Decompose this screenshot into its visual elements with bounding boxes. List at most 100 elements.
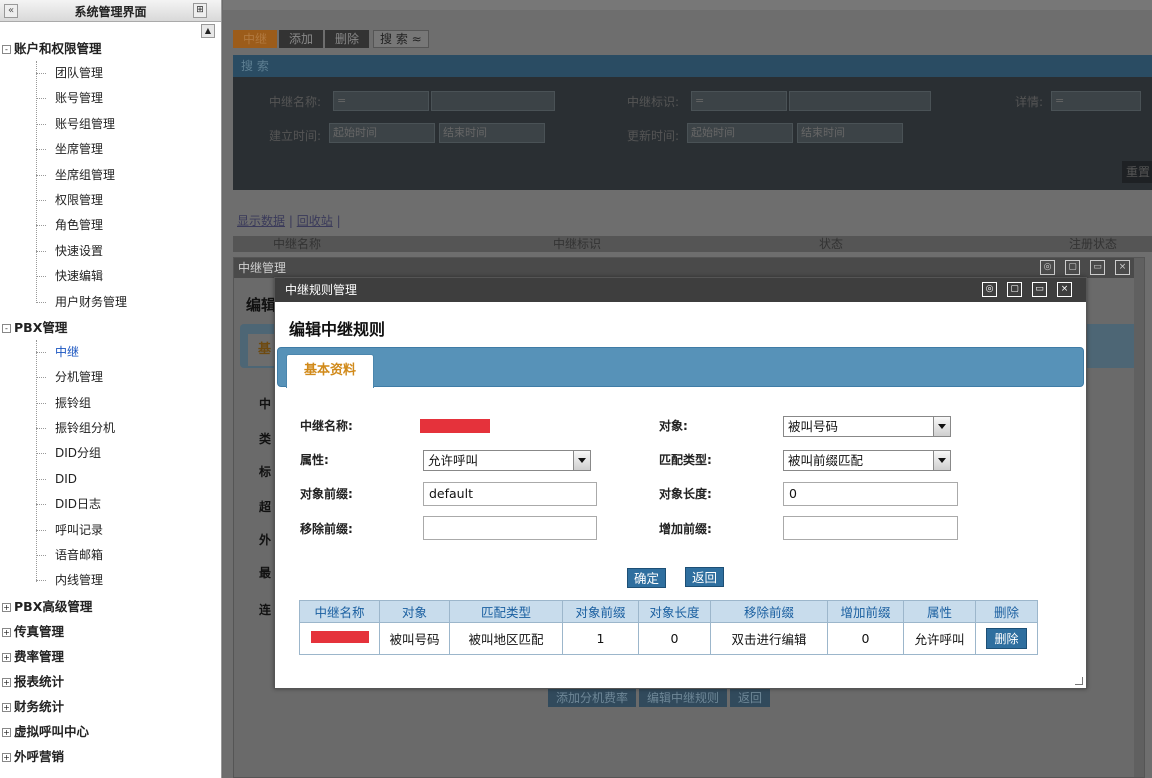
delete-row-button[interactable]: 删除 — [986, 628, 1027, 649]
minimize-icon[interactable]: ▭ — [1032, 282, 1047, 297]
pin-icon[interactable]: ⊞ — [193, 3, 207, 18]
object-prefix-input[interactable]: default — [423, 482, 597, 506]
column-header[interactable]: 对象 — [379, 600, 450, 623]
trunk-name-value-select[interactable] — [431, 91, 555, 111]
reset-button[interactable]: 重置 — [1122, 161, 1152, 183]
cell-remove-prefix[interactable]: 双击进行编辑 — [710, 622, 828, 655]
expand-icon[interactable]: + — [2, 627, 11, 637]
sidebar-item-quick-setup[interactable]: 快速设置 — [0, 239, 200, 264]
created-end-input[interactable]: 结束时间 — [439, 123, 545, 143]
delete-button[interactable]: 删除 — [325, 30, 370, 48]
back-button[interactable]: 返回 — [685, 567, 725, 587]
sidebar-item-did-log[interactable]: DID日志 — [0, 492, 200, 517]
sidebar-group-pbx[interactable]: - PBX管理 — [0, 315, 200, 340]
sidebar-item-ring-group[interactable]: 振铃组 — [0, 391, 200, 416]
add-prefix-input[interactable] — [783, 516, 958, 540]
expand-icon[interactable]: + — [2, 652, 11, 662]
expand-icon[interactable]: + — [2, 602, 11, 612]
show-data-link[interactable]: 显示数据 — [237, 214, 285, 228]
recycle-bin-link[interactable]: 回收站 — [297, 214, 333, 228]
sidebar-item-agent-group[interactable]: 坐席组管理 — [0, 163, 200, 188]
sidebar-group-finance[interactable]: + 财务统计 — [0, 694, 200, 719]
edit-trunk-rule-button[interactable]: 编辑中继规则 — [639, 689, 728, 707]
close-icon[interactable]: × — [1057, 282, 1072, 297]
back-button[interactable]: 返回 — [730, 689, 771, 707]
object-length-input[interactable]: 0 — [783, 482, 958, 506]
updated-start-input[interactable]: 起始时间 — [687, 123, 793, 143]
object-select[interactable]: 被叫号码 — [783, 416, 951, 437]
sidebar-group-fax[interactable]: + 传真管理 — [0, 619, 200, 644]
scroll-up-icon[interactable]: ▲ — [201, 24, 215, 38]
trunk-name-op-select[interactable]: = — [333, 91, 429, 111]
column-trunk-id[interactable]: 中继标识 — [553, 236, 601, 252]
maximize-icon[interactable]: ▢ — [1007, 282, 1022, 297]
expand-icon[interactable]: - — [2, 45, 11, 54]
attribute-select[interactable]: 允许呼叫 — [423, 450, 591, 471]
column-header[interactable]: 中继名称 — [299, 600, 380, 623]
sidebar-item-voicemail[interactable]: 语音邮箱 — [0, 543, 200, 568]
resize-handle-icon[interactable] — [1075, 677, 1083, 685]
expand-icon[interactable]: - — [2, 323, 11, 333]
sidebar-item-trunk[interactable]: 中继 — [0, 340, 200, 365]
add-button[interactable]: 添加 — [279, 30, 324, 48]
column-trunk-name[interactable]: 中继名称 — [273, 236, 321, 252]
sidebar-item-account[interactable]: 账号管理 — [0, 86, 200, 111]
expand-icon[interactable]: + — [2, 702, 11, 712]
column-register-status[interactable]: 注册状态 — [1069, 236, 1117, 252]
sidebar-group-accounts[interactable]: - 账户和权限管理 — [0, 36, 200, 61]
updated-end-input[interactable]: 结束时间 — [797, 123, 903, 143]
add-extension-rate-button[interactable]: 添加分机费率 — [548, 689, 637, 707]
column-header[interactable]: 属性 — [903, 600, 976, 623]
attribute-label: 属性: — [300, 453, 329, 467]
created-start-input[interactable]: 起始时间 — [329, 123, 435, 143]
sidebar-item-agent[interactable]: 坐席管理 — [0, 137, 200, 162]
sidebar-item-ring-group-ext[interactable]: 振铃组分机 — [0, 416, 200, 441]
sidebar-item-team[interactable]: 团队管理 — [0, 61, 200, 86]
sidebar-item-did-group[interactable]: DID分组 — [0, 441, 200, 466]
search-toggle-button[interactable]: 搜 索 ≈ — [373, 30, 429, 48]
expand-icon[interactable]: + — [2, 727, 11, 737]
column-header[interactable]: 移除前缀 — [710, 600, 828, 623]
remove-prefix-input[interactable] — [423, 516, 597, 540]
expand-icon[interactable]: + — [2, 677, 11, 687]
column-header[interactable]: 删除 — [975, 600, 1038, 623]
column-header[interactable]: 对象长度 — [638, 600, 711, 623]
column-header[interactable]: 增加前缀 — [827, 600, 904, 623]
sidebar-item-permissions[interactable]: 权限管理 — [0, 188, 200, 213]
detail-op-select[interactable]: = — [1051, 91, 1141, 111]
maximize-icon[interactable]: ▢ — [1065, 260, 1080, 275]
sidebar-item-user-finance[interactable]: 用户财务管理 — [0, 290, 200, 315]
close-icon[interactable]: × — [1115, 260, 1130, 275]
minimize-icon[interactable]: ▭ — [1090, 260, 1105, 275]
trunk-id-op-select[interactable]: = — [691, 91, 787, 111]
sidebar-item-quick-edit[interactable]: 快速编辑 — [0, 264, 200, 289]
sidebar-item-account-group[interactable]: 账号组管理 — [0, 112, 200, 137]
column-header[interactable]: 对象前缀 — [562, 600, 639, 623]
ok-button[interactable]: 确定 — [627, 568, 667, 588]
rules-table: 中继名称 对象 匹配类型 对象前缀 对象长度 移除前缀 增加前缀 属性 删除 被… — [299, 600, 1038, 655]
sidebar-item-extensions[interactable]: 分机管理 — [0, 365, 200, 390]
search-panel: 搜 索 中继名称: = 中继标识: = 详情: = 建立时间: 起始时间 结束时… — [233, 55, 1152, 190]
sidebar-item-did[interactable]: DID — [0, 467, 200, 492]
sidebar-group-rates[interactable]: + 费率管理 — [0, 644, 200, 669]
column-header[interactable]: 匹配类型 — [449, 600, 563, 623]
trunk-id-value-select[interactable] — [789, 91, 931, 111]
sidebar-group-reports[interactable]: + 报表统计 — [0, 669, 200, 694]
sidebar-item-internal-lines[interactable]: 内线管理 — [0, 568, 200, 593]
sidebar-group-pbx-advanced[interactable]: + PBX高级管理 — [0, 594, 200, 619]
tab-trunk[interactable]: 中继 — [233, 30, 278, 48]
column-status[interactable]: 状态 — [819, 236, 843, 252]
field-label: 最 — [259, 566, 272, 580]
restore-icon[interactable]: ◎ — [1040, 260, 1055, 275]
tab-basic-info[interactable]: 基本资料 — [286, 354, 374, 388]
trunk-window-scrollbar[interactable] — [1134, 258, 1144, 777]
sidebar-group-virtual-callcenter[interactable]: + 虚拟呼叫中心 — [0, 719, 200, 744]
sidebar-group-outbound[interactable]: + 外呼营销 — [0, 744, 200, 769]
sidebar-item-call-records[interactable]: 呼叫记录 — [0, 518, 200, 543]
table-row[interactable]: 被叫号码 被叫地区匹配 1 0 双击进行编辑 0 允许呼叫 删除 — [299, 622, 1038, 655]
match-type-select[interactable]: 被叫前缀匹配 — [783, 450, 951, 471]
sidebar-scrollbar[interactable]: ▲ — [201, 24, 217, 64]
restore-icon[interactable]: ◎ — [982, 282, 997, 297]
sidebar-item-roles[interactable]: 角色管理 — [0, 213, 200, 238]
expand-icon[interactable]: + — [2, 752, 11, 762]
